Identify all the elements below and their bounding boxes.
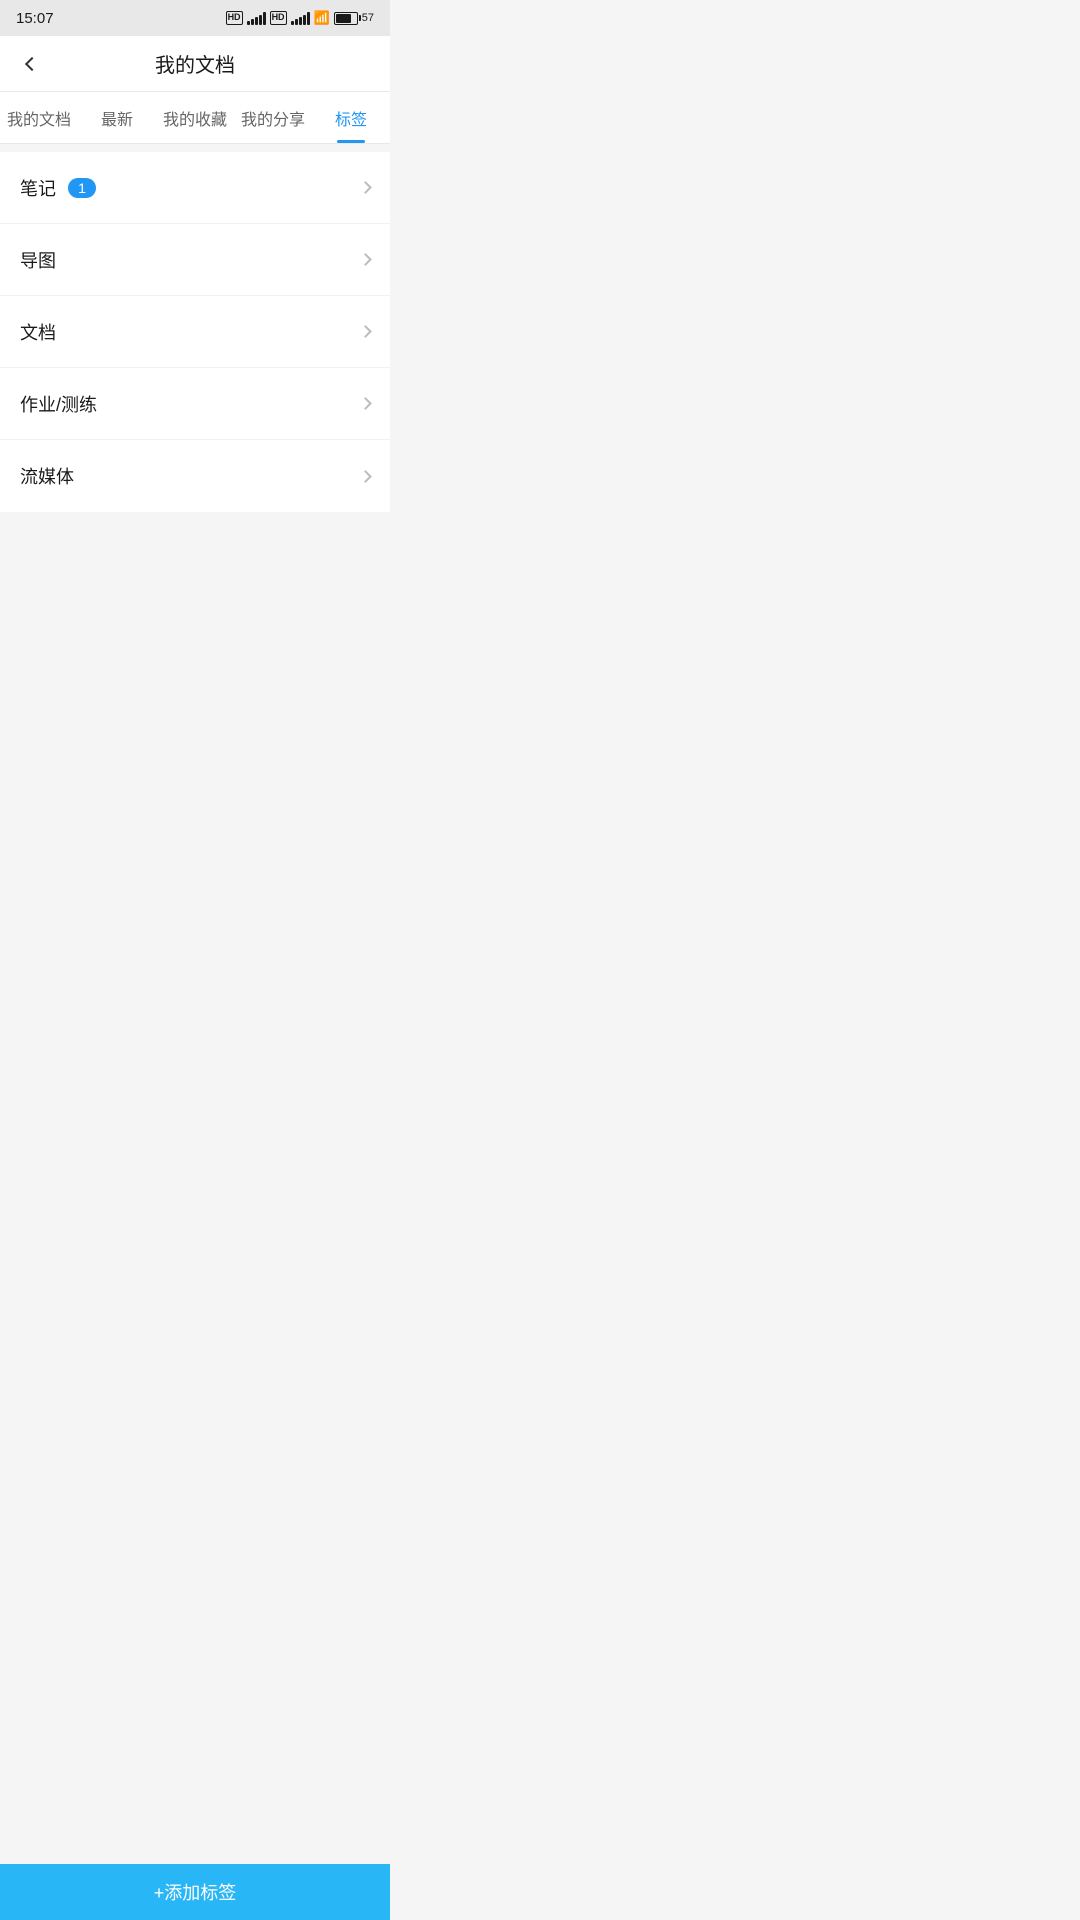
- battery-fill: [336, 14, 351, 23]
- list-item-streaming-right: [361, 472, 370, 481]
- list-item-notes-right: [361, 183, 370, 192]
- list-item-streaming[interactable]: 流媒体: [0, 440, 390, 512]
- notes-badge: 1: [68, 178, 96, 198]
- status-icons: HD HD 📶 57: [226, 10, 374, 26]
- signal-bar: [251, 19, 254, 25]
- list-item-documents-right: [361, 327, 370, 336]
- list-item-documents-label: 文档: [20, 319, 56, 345]
- list-item-documents[interactable]: 文档: [0, 296, 390, 368]
- battery-icon: [334, 12, 358, 25]
- signal-bars-2: [291, 12, 310, 25]
- signal-bar: [307, 12, 310, 25]
- hd-badge-1: HD: [226, 11, 243, 25]
- signal-bar: [259, 15, 262, 25]
- back-chevron-icon: [25, 56, 39, 70]
- list-item-mindmap-label: 导图: [20, 247, 56, 273]
- signal-bar: [291, 21, 294, 25]
- signal-bar: [299, 17, 302, 25]
- status-time: 15:07: [16, 10, 54, 27]
- battery-level: 57: [362, 12, 374, 24]
- add-tag-button[interactable]: +添加标签: [0, 1864, 390, 1920]
- list-item-homework[interactable]: 作业/测练: [0, 368, 390, 440]
- signal-bar: [263, 12, 266, 25]
- tabs-container: 我的文档 最新 我的收藏 我的分享 标签: [0, 92, 390, 144]
- tag-list: 笔记 1 导图 文档 作业/测练 流媒体: [0, 152, 390, 512]
- list-item-mindmap-right: [361, 255, 370, 264]
- list-item-homework-label: 作业/测练: [20, 391, 97, 417]
- status-bar: 15:07 HD HD 📶 57: [0, 0, 390, 36]
- back-button[interactable]: [16, 48, 48, 80]
- list-item-documents-left: 文档: [20, 319, 56, 345]
- list-item-homework-right: [361, 399, 370, 408]
- tab-latest[interactable]: 最新: [78, 92, 156, 143]
- list-item-notes[interactable]: 笔记 1: [0, 152, 390, 224]
- hd-badge-2: HD: [270, 11, 287, 25]
- list-item-mindmap-left: 导图: [20, 247, 56, 273]
- chevron-right-icon: [359, 253, 372, 266]
- list-item-notes-left: 笔记 1: [20, 175, 96, 201]
- signal-bar: [247, 21, 250, 25]
- chevron-right-icon: [359, 470, 372, 483]
- signal-bars-1: [247, 12, 266, 25]
- chevron-right-icon: [359, 181, 372, 194]
- signal-bar: [303, 15, 306, 25]
- chevron-right-icon: [359, 325, 372, 338]
- page-title: 我的文档: [155, 49, 235, 78]
- list-item-streaming-label: 流媒体: [20, 463, 74, 489]
- list-item-mindmap[interactable]: 导图: [0, 224, 390, 296]
- signal-bar: [255, 17, 258, 25]
- wifi-icon: 📶: [314, 10, 330, 26]
- list-item-homework-left: 作业/测练: [20, 391, 97, 417]
- tab-favorites[interactable]: 我的收藏: [156, 92, 234, 143]
- tab-tags[interactable]: 标签: [312, 92, 390, 143]
- tab-my-docs[interactable]: 我的文档: [0, 92, 78, 143]
- list-item-streaming-left: 流媒体: [20, 463, 74, 489]
- signal-bar: [295, 19, 298, 25]
- chevron-right-icon: [359, 397, 372, 410]
- tab-shares[interactable]: 我的分享: [234, 92, 312, 143]
- page-header: 我的文档: [0, 36, 390, 92]
- list-item-notes-label: 笔记: [20, 175, 56, 201]
